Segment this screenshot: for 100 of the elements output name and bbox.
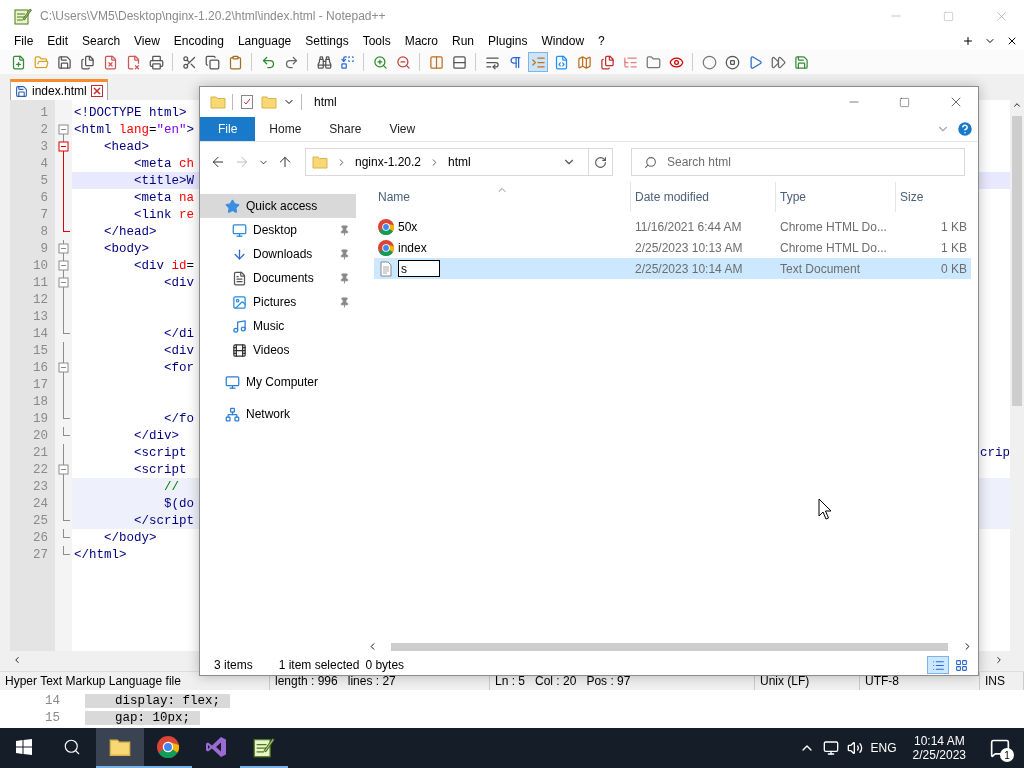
details-view-button[interactable] bbox=[927, 656, 949, 674]
pin-icon bbox=[339, 224, 350, 236]
code-line: <script bbox=[133, 462, 187, 477]
code-line: </div> bbox=[133, 428, 180, 443]
taskbar-app-button[interactable] bbox=[96, 728, 144, 768]
column-header[interactable]: Name bbox=[374, 182, 631, 212]
code-line: </di bbox=[163, 326, 195, 341]
rows-icon bbox=[451, 54, 467, 70]
list-tree-icon bbox=[622, 54, 638, 70]
code-line: </head> bbox=[103, 224, 157, 239]
nav-item[interactable]: Network bbox=[200, 402, 356, 426]
nav-item[interactable]: Downloads bbox=[200, 242, 356, 266]
save-macro-icon bbox=[793, 54, 809, 70]
nav-item[interactable]: Videos bbox=[200, 338, 356, 362]
nav-item[interactable]: My Computer bbox=[200, 370, 356, 394]
up-button[interactable] bbox=[277, 154, 293, 170]
menu-item[interactable]: Edit bbox=[40, 34, 76, 48]
line-number: 9 bbox=[39, 241, 49, 256]
back-button[interactable] bbox=[210, 154, 226, 170]
fold-box-icon[interactable] bbox=[55, 138, 72, 155]
document-tab[interactable]: index.html bbox=[10, 79, 108, 100]
code-file-icon bbox=[553, 54, 569, 70]
menu-item[interactable]: Macro bbox=[397, 34, 445, 48]
network-icon[interactable] bbox=[822, 740, 839, 756]
ribbon-tab[interactable]: View bbox=[375, 117, 430, 141]
fold-box-icon[interactable] bbox=[55, 121, 72, 138]
record-icon bbox=[701, 54, 717, 70]
fold-box-icon[interactable] bbox=[55, 274, 72, 291]
menu-item[interactable]: Window bbox=[534, 34, 592, 48]
columns-icon bbox=[428, 54, 444, 70]
close-icon[interactable] bbox=[1006, 35, 1018, 47]
code-line: </fo bbox=[163, 411, 195, 426]
properties-icon[interactable] bbox=[239, 94, 255, 110]
new-file-icon bbox=[10, 54, 26, 70]
menu-item[interactable]: File bbox=[7, 34, 41, 48]
fold-box-icon[interactable] bbox=[55, 240, 72, 257]
menu-item[interactable]: Language bbox=[230, 34, 299, 48]
indent-button[interactable] bbox=[528, 52, 548, 72]
menu-item[interactable]: Search bbox=[75, 34, 128, 48]
chrome-icon bbox=[378, 239, 394, 256]
find-icon bbox=[316, 54, 332, 70]
nav-item[interactable]: Documents bbox=[200, 266, 356, 290]
language-indicator[interactable]: ENG bbox=[870, 741, 897, 755]
volume-icon[interactable] bbox=[846, 740, 863, 756]
notification-icon[interactable] bbox=[990, 738, 1010, 758]
menu-item[interactable]: Settings bbox=[298, 34, 356, 48]
menu-item[interactable]: Tools bbox=[355, 34, 398, 48]
file-row[interactable]: index 2/25/2023 10:13 AM Chrome HTML Do... 1 KB bbox=[374, 237, 971, 258]
line-number: 23 bbox=[32, 479, 49, 494]
chrome-icon bbox=[378, 218, 394, 235]
code-line: $(do bbox=[163, 496, 195, 511]
scrollbar-thumb[interactable] bbox=[391, 642, 948, 651]
code-line: <title>W bbox=[133, 173, 195, 188]
status-text: 1 item selected bbox=[278, 658, 360, 672]
ribbon-tab[interactable]: Home bbox=[255, 117, 316, 141]
ribbon-tab[interactable]: File bbox=[200, 117, 256, 141]
code-line: </script bbox=[133, 513, 195, 528]
search-field[interactable]: Search html bbox=[631, 148, 965, 176]
status-text: length : 996 bbox=[275, 674, 338, 689]
menu-item[interactable]: View bbox=[127, 34, 167, 48]
rename-field[interactable]: s bbox=[398, 260, 440, 277]
menu-item[interactable]: Plugins bbox=[481, 34, 535, 48]
status-text: Col : 20 bbox=[535, 674, 577, 689]
line-number: 20 bbox=[32, 428, 49, 443]
nav-item[interactable]: Desktop bbox=[200, 218, 356, 242]
menu-item[interactable]: ? bbox=[591, 34, 612, 48]
refresh-button[interactable] bbox=[589, 148, 613, 176]
file-type: Text Document bbox=[779, 261, 862, 276]
fold-box-icon[interactable] bbox=[55, 257, 72, 274]
line-number: 10 bbox=[32, 258, 49, 273]
nav-item[interactable]: Pictures bbox=[200, 290, 356, 314]
column-header[interactable]: Type bbox=[776, 182, 896, 212]
line-number: 19 bbox=[32, 411, 49, 426]
column-header[interactable]: Size bbox=[896, 182, 971, 212]
file-date: 2/25/2023 10:13 AM bbox=[634, 240, 744, 255]
column-header[interactable]: Date modified bbox=[631, 182, 776, 212]
menu-item[interactable]: Run bbox=[445, 34, 482, 48]
line-number: 15 bbox=[32, 343, 49, 358]
fold-box-icon[interactable] bbox=[55, 461, 72, 478]
stop-icon bbox=[724, 54, 740, 70]
breadcrumb[interactable]: html bbox=[448, 155, 471, 169]
breadcrumb[interactable]: nginx-1.20.2 bbox=[355, 155, 422, 169]
nav-item[interactable]: Music bbox=[200, 314, 356, 338]
clock-date: 2/25/2023 bbox=[912, 748, 966, 762]
nav-item[interactable]: Quick access bbox=[200, 194, 356, 218]
maximize-icon bbox=[899, 96, 910, 108]
add-icon[interactable] bbox=[962, 35, 974, 47]
file-row[interactable]: s 2/25/2023 10:14 AM Text Document 0 KB bbox=[374, 258, 971, 279]
map-icon bbox=[576, 54, 592, 70]
help-icon[interactable] bbox=[956, 120, 974, 138]
pin-icon bbox=[339, 296, 350, 308]
file-row[interactable]: 50x 11/16/2021 6:44 AM Chrome HTML Do... 1 KB bbox=[374, 216, 971, 237]
visual-studio-icon bbox=[205, 736, 227, 758]
ribbon-tab[interactable]: Share bbox=[315, 117, 376, 141]
window-title: html bbox=[314, 95, 338, 109]
download-icon bbox=[232, 246, 247, 262]
fold-box-icon[interactable] bbox=[55, 359, 72, 376]
open-folder-icon bbox=[33, 54, 49, 70]
menu-item[interactable]: Encoding bbox=[166, 34, 231, 48]
redo-icon bbox=[283, 54, 299, 70]
